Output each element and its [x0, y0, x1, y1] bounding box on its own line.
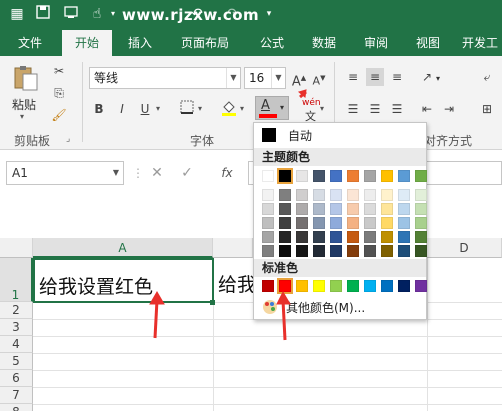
annotation-arrows [149, 89, 307, 341]
arrow-to-red-swatch [281, 299, 287, 341]
arrow-to-cell-text [153, 299, 159, 339]
